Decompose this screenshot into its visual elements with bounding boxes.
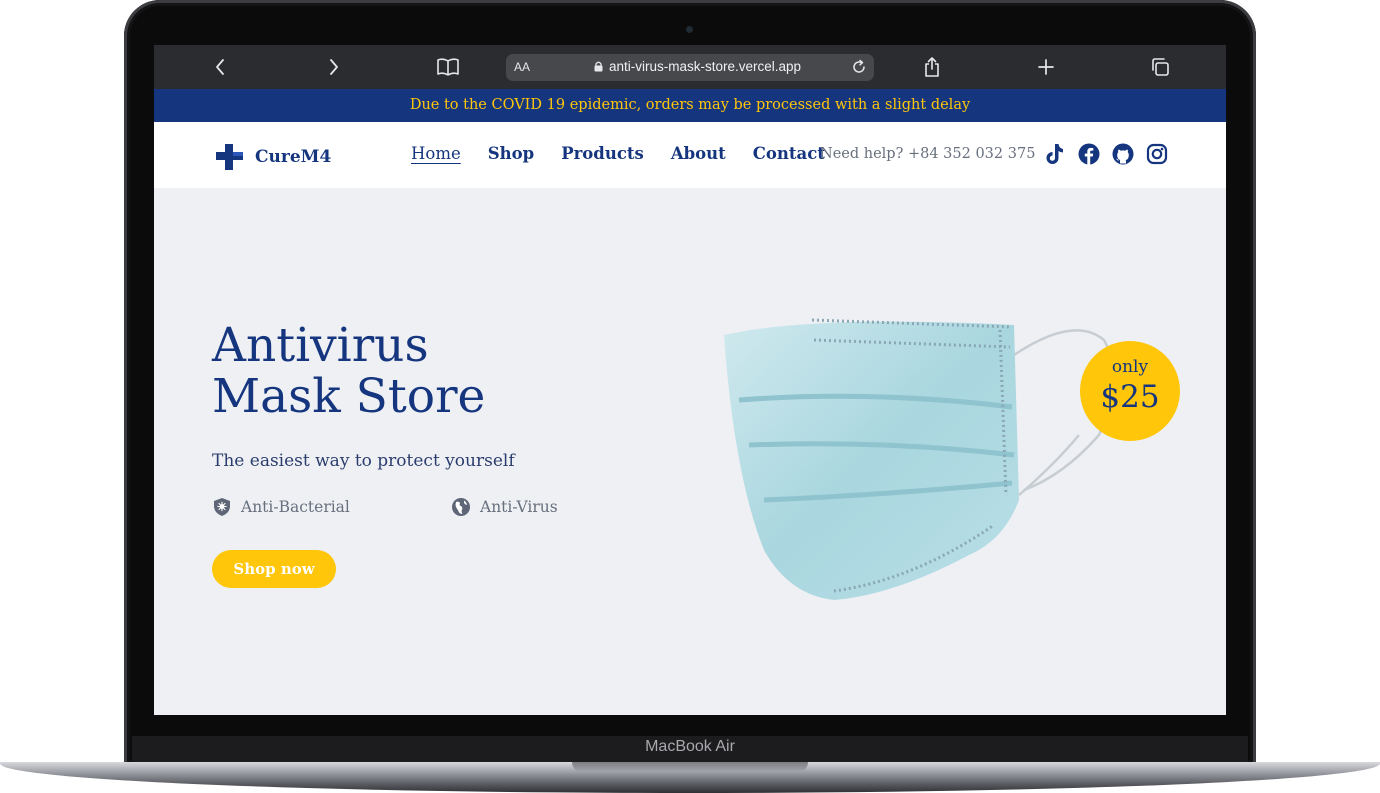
feature-label: Anti-Bacterial [241,498,350,516]
shop-now-button[interactable]: Shop now [212,550,336,588]
reload-button[interactable] [850,58,868,80]
tabs-icon [1152,58,1169,76]
globe-icon [452,498,470,516]
github-icon [1112,143,1134,165]
social-links [1044,142,1168,166]
hero-title-line2: Mask Store [212,369,486,424]
bookmarks-button[interactable] [436,55,460,79]
camera [686,26,693,33]
github-link[interactable] [1112,142,1134,166]
brand-name: CureM4 [255,147,332,167]
mask-product-image [694,295,1115,615]
shield-icon [214,498,230,516]
url-text: anti-virus-mask-store.vercel.app [609,59,802,74]
screen: AA anti-virus-mask-store.vercel.app Due … [154,45,1226,715]
nav-products[interactable]: Products [561,144,644,163]
address-bar[interactable]: AA anti-virus-mask-store.vercel.app [506,54,874,81]
hero-subtitle: The easiest way to protect yourself [212,451,515,471]
nav-home[interactable]: Home [411,144,461,163]
nav-contact[interactable]: Contact [753,144,825,163]
hero-title: Antivirus Mask Store [212,320,485,422]
site-header: CureM4 Home Shop Products About Contact … [154,122,1226,188]
tiktok-link[interactable] [1044,142,1066,166]
facebook-icon [1078,143,1100,165]
forward-button[interactable] [322,55,346,79]
nav-shop[interactable]: Shop [488,144,534,163]
tiktok-icon [1046,144,1063,164]
brand-logo[interactable]: CureM4 [214,142,331,172]
reload-icon [853,59,865,73]
price-prefix: only [1111,357,1149,377]
announcement-bar: Due to the COVID 19 epidemic, orders may… [154,89,1226,122]
model-label: MacBook Air [645,738,735,755]
price-badge: only $25 [1080,341,1180,441]
back-button[interactable] [208,55,232,79]
share-icon [925,57,939,77]
help-phone: Need help? +84 352 032 375 [820,146,1036,162]
share-button[interactable] [920,55,944,79]
reader-toggle[interactable]: AA [514,60,530,74]
instagram-link[interactable] [1146,142,1168,166]
chevron-left-icon [216,59,224,75]
price-value: $25 [1100,379,1160,415]
facebook-link[interactable] [1078,142,1100,166]
medical-cross-icon [216,144,243,170]
new-tab-button[interactable] [1034,55,1058,79]
chevron-right-icon [330,59,338,75]
surgical-mask-illustration [724,318,1115,600]
feature-label: Anti-Virus [480,498,558,516]
tabs-button[interactable] [1148,55,1172,79]
feature-anti-virus: Anti-Virus [451,497,558,517]
browser-toolbar: AA anti-virus-mask-store.vercel.app [154,45,1226,89]
instagram-icon [1146,143,1168,165]
hero-title-line1: Antivirus [212,318,429,373]
main-nav: Home Shop Products About Contact [411,144,825,163]
base-notch [572,762,808,772]
plus-icon [1038,59,1054,75]
book-icon [437,58,459,76]
feature-anti-bacterial: Anti-Bacterial [212,497,350,517]
nav-about[interactable]: About [671,144,726,163]
lock-icon [594,61,603,72]
